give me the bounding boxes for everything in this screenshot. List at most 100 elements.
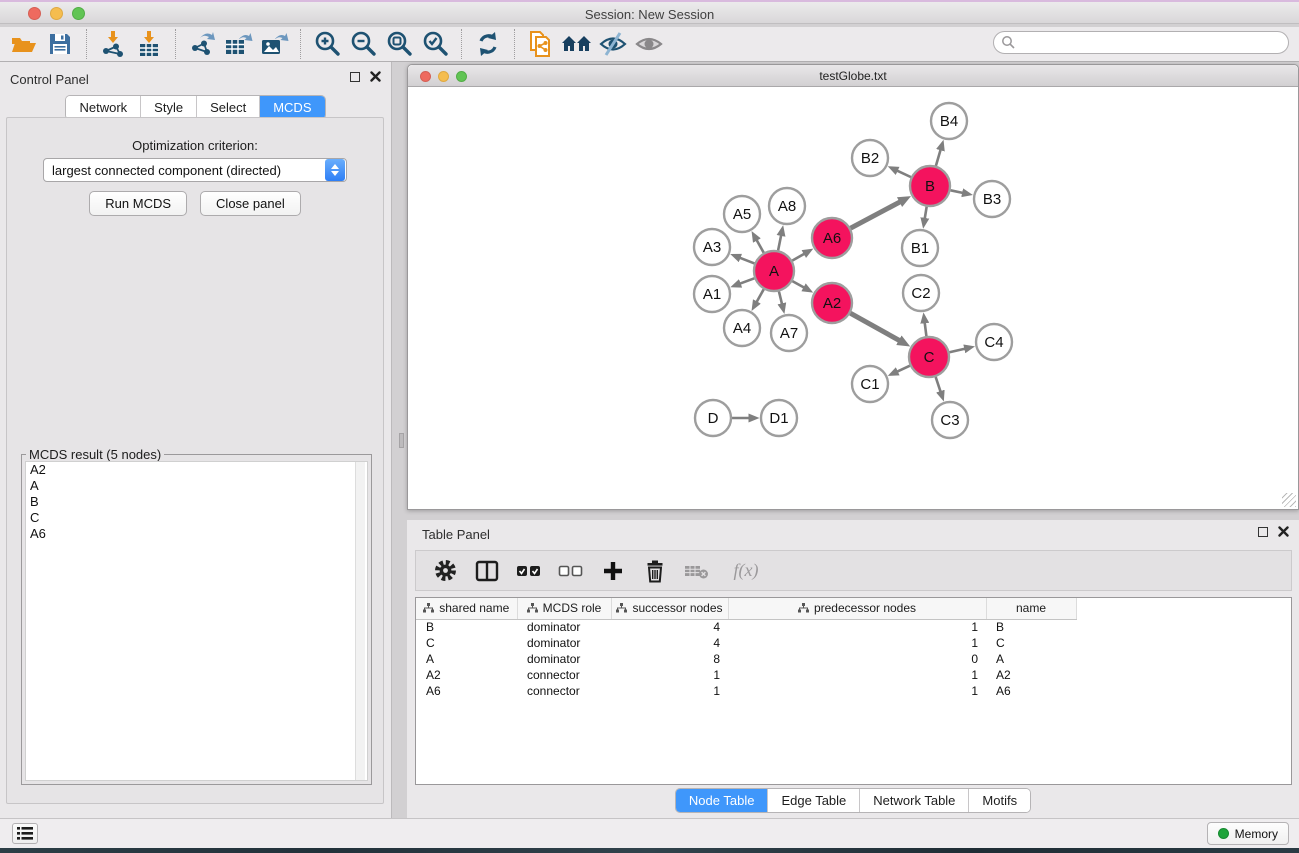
- network-graph[interactable]: B4B2BB3A8A5A6A3B1AA1C2A2A4A7C4CC1C3DD1: [409, 88, 1299, 509]
- tab-network-table[interactable]: Network Table: [860, 789, 969, 812]
- graph-edge-B-B3[interactable]: [951, 190, 963, 193]
- graph-edge-A-A4[interactable]: [757, 289, 764, 302]
- open-file-button[interactable]: [6, 28, 42, 60]
- column-header-predecessor-nodes[interactable]: predecessor nodes: [728, 598, 986, 619]
- save-session-button[interactable]: [42, 28, 78, 60]
- list-scrollbar[interactable]: [355, 462, 365, 780]
- delete-column-button[interactable]: [638, 556, 672, 586]
- function-builder-button-disabled[interactable]: f(x): [722, 556, 770, 586]
- graph-edge-C-C4[interactable]: [949, 349, 964, 353]
- graph-edge-B-B2[interactable]: [897, 171, 911, 177]
- mcds-result-item[interactable]: B: [26, 494, 367, 510]
- column-header-mcds-role[interactable]: MCDS role: [517, 598, 611, 619]
- search-input[interactable]: [1016, 34, 1288, 52]
- memory-status-button[interactable]: Memory: [1207, 822, 1289, 845]
- table-cell[interactable]: 4: [611, 635, 728, 651]
- table-cell[interactable]: B: [416, 619, 517, 635]
- table-cell[interactable]: 1: [728, 619, 986, 635]
- table-cell[interactable]: 1: [611, 667, 728, 683]
- graph-edge-B-B1[interactable]: [925, 207, 927, 219]
- column-header-successor-nodes[interactable]: successor nodes: [611, 598, 728, 619]
- zoom-selected-button[interactable]: [417, 28, 453, 60]
- close-panel-button[interactable]: Close panel: [200, 191, 301, 216]
- table-cell[interactable]: A2: [986, 667, 1076, 683]
- network-canvas[interactable]: B4B2BB3A8A5A6A3B1AA1C2A2A4A7C4CC1C3DD1: [409, 88, 1297, 508]
- table-cell[interactable]: A6: [416, 683, 517, 699]
- close-panel-icon[interactable]: [370, 71, 381, 82]
- tab-style[interactable]: Style: [141, 96, 197, 119]
- mcds-result-item[interactable]: C: [26, 510, 367, 526]
- hide-selected-button[interactable]: [595, 28, 631, 60]
- import-network-button[interactable]: [95, 28, 131, 60]
- float-panel-icon[interactable]: [350, 72, 360, 82]
- table-settings-button[interactable]: [428, 556, 462, 586]
- zoom-in-button[interactable]: [309, 28, 345, 60]
- graph-edge-C-C2[interactable]: [925, 323, 927, 336]
- zoom-out-button[interactable]: [345, 28, 381, 60]
- graph-edge-A-A7[interactable]: [779, 291, 782, 303]
- table-cell[interactable]: 1: [728, 683, 986, 699]
- deselect-all-rows-button[interactable]: [554, 556, 588, 586]
- graph-edge-B-B4[interactable]: [936, 150, 941, 166]
- zoom-fit-button[interactable]: [381, 28, 417, 60]
- export-table-button[interactable]: [220, 28, 256, 60]
- column-header-shared-name[interactable]: shared name: [416, 598, 517, 619]
- graph-edge-A-A5[interactable]: [757, 240, 764, 253]
- table-row[interactable]: A2connector11A2: [416, 667, 1291, 683]
- apply-layout-button[interactable]: [470, 28, 506, 60]
- table-cell[interactable]: A: [416, 651, 517, 667]
- resize-grip[interactable]: [1282, 493, 1296, 507]
- graph-edge-A-A3[interactable]: [740, 258, 754, 264]
- table-cell[interactable]: dominator: [517, 635, 611, 651]
- add-column-button[interactable]: [596, 556, 630, 586]
- delete-table-button-disabled[interactable]: [680, 556, 714, 586]
- close-table-panel-icon[interactable]: [1278, 526, 1289, 537]
- table-cell[interactable]: 0: [728, 651, 986, 667]
- tab-node-table[interactable]: Node Table: [676, 789, 769, 812]
- table-row[interactable]: Bdominator41B: [416, 619, 1291, 635]
- table-cell[interactable]: dominator: [517, 619, 611, 635]
- import-table-button[interactable]: [131, 28, 167, 60]
- new-network-from-selection-button[interactable]: [523, 28, 559, 60]
- export-image-button[interactable]: [256, 28, 292, 60]
- graph-edge-C-C1[interactable]: [897, 366, 910, 372]
- float-table-panel-icon[interactable]: [1258, 527, 1268, 537]
- table-cell[interactable]: connector: [517, 667, 611, 683]
- tab-motifs[interactable]: Motifs: [969, 789, 1030, 812]
- export-network-button[interactable]: [184, 28, 220, 60]
- first-neighbors-button[interactable]: [559, 28, 595, 60]
- tab-mcds[interactable]: MCDS: [260, 96, 324, 119]
- table-cell[interactable]: 8: [611, 651, 728, 667]
- table-cell[interactable]: A6: [986, 683, 1076, 699]
- graph-edge-C-C3[interactable]: [936, 377, 941, 392]
- graph-edge-A-A2[interactable]: [792, 281, 804, 287]
- table-cell[interactable]: A2: [416, 667, 517, 683]
- table-cell[interactable]: 4: [611, 619, 728, 635]
- table-cell[interactable]: B: [986, 619, 1076, 635]
- table-cell[interactable]: A: [986, 651, 1076, 667]
- graph-edge-A2-C[interactable]: [850, 313, 899, 340]
- tab-edge-table[interactable]: Edge Table: [768, 789, 860, 812]
- table-cell[interactable]: 1: [611, 683, 728, 699]
- criterion-dropdown[interactable]: largest connected component (directed): [43, 158, 347, 182]
- table-cell[interactable]: 1: [728, 635, 986, 651]
- graph-edge-A-A1[interactable]: [740, 278, 754, 283]
- graph-edge-A6-B[interactable]: [851, 202, 900, 228]
- column-header-name[interactable]: name: [986, 598, 1076, 619]
- table-row[interactable]: Cdominator41C: [416, 635, 1291, 651]
- graph-edge-A-A8[interactable]: [778, 235, 781, 250]
- graph-edge-A-A6[interactable]: [792, 254, 804, 261]
- table-cell[interactable]: 1: [728, 667, 986, 683]
- table-row[interactable]: Adominator80A: [416, 651, 1291, 667]
- table-cell[interactable]: C: [986, 635, 1076, 651]
- column-view-button[interactable]: [470, 556, 504, 586]
- show-all-button[interactable]: [631, 28, 667, 60]
- splitter-handle[interactable]: [399, 433, 404, 448]
- table-row[interactable]: A6connector11A6: [416, 683, 1291, 699]
- run-mcds-button[interactable]: Run MCDS: [89, 191, 187, 216]
- select-all-rows-button[interactable]: [512, 556, 546, 586]
- table-cell[interactable]: connector: [517, 683, 611, 699]
- mcds-result-item[interactable]: A2: [26, 462, 367, 478]
- mcds-result-item[interactable]: A: [26, 478, 367, 494]
- tab-network[interactable]: Network: [66, 96, 141, 119]
